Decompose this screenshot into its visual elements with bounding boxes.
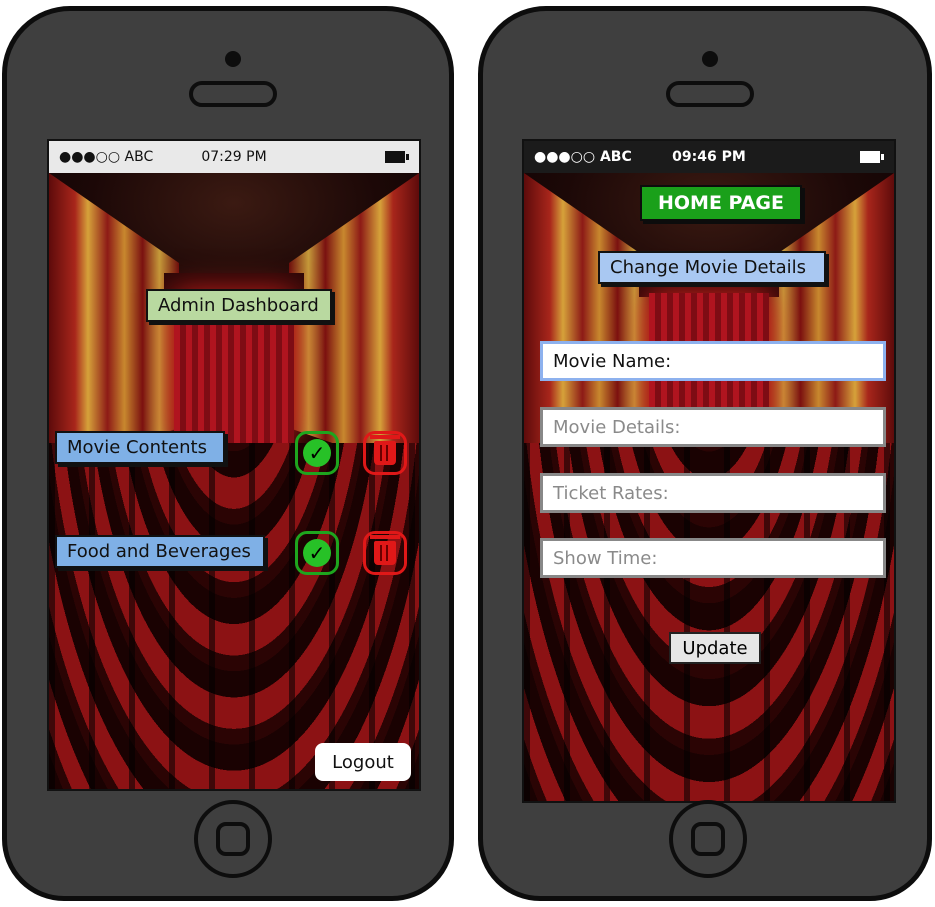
movie-details-field[interactable]: Movie Details:	[540, 407, 886, 447]
theater-background	[49, 173, 419, 789]
page-title: Admin Dashboard	[146, 289, 332, 322]
logout-button[interactable]: Logout	[315, 743, 411, 781]
show-time-field[interactable]: Show Time:	[540, 538, 886, 578]
check-circle-icon[interactable]: ✓	[295, 531, 339, 575]
admin-dashboard-screen: ●●●○○ ABC 07:29 PM Admin Dashboard Movie…	[47, 139, 421, 791]
trash-icon[interactable]	[363, 431, 407, 475]
page-title: Change Movie Details	[598, 251, 826, 284]
home-hardware-button[interactable]	[194, 800, 272, 878]
movie-contents-button[interactable]: Movie Contents	[55, 431, 225, 464]
camera-dot	[225, 51, 241, 67]
update-button[interactable]: Update	[669, 632, 761, 664]
status-bar: ●●●○○ ABC 07:29 PM	[49, 141, 419, 173]
camera-dot	[702, 51, 718, 67]
speaker-slot	[189, 81, 277, 107]
status-bar: ●●●○○ ABC 09:46 PM	[524, 141, 894, 173]
change-movie-details-screen: ●●●○○ ABC 09:46 PM HOME PAGE Change Movi…	[522, 139, 896, 803]
battery-icon	[385, 151, 409, 163]
food-and-beverages-button[interactable]: Food and Beverages	[55, 535, 265, 568]
ticket-rates-field[interactable]: Ticket Rates:	[540, 473, 886, 513]
battery-icon	[860, 151, 884, 163]
home-hardware-button[interactable]	[669, 800, 747, 878]
check-circle-icon[interactable]: ✓	[295, 431, 339, 475]
speaker-slot	[666, 81, 754, 107]
phone-frame-right: ●●●○○ ABC 09:46 PM HOME PAGE Change Movi…	[478, 6, 932, 901]
movie-name-field[interactable]: Movie Name:	[540, 341, 886, 381]
phone-frame-left: ●●●○○ ABC 07:29 PM Admin Dashboard Movie…	[2, 6, 454, 901]
home-page-button[interactable]: HOME PAGE	[640, 185, 802, 221]
trash-icon[interactable]	[363, 531, 407, 575]
clock: 07:29 PM	[201, 149, 267, 165]
clock: 09:46 PM	[672, 149, 746, 165]
